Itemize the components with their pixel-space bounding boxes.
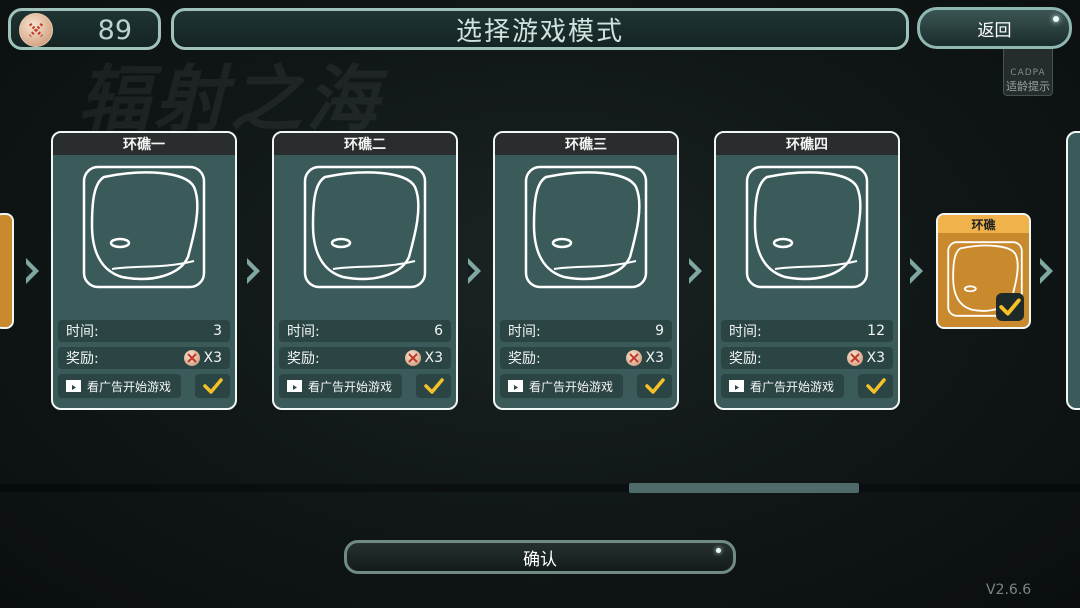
watch-ad-button[interactable]: 看广告开始游戏: [721, 374, 844, 398]
time-value: 12: [867, 323, 885, 339]
watch-ad-label: 看广告开始游戏: [308, 379, 393, 394]
chevron-right-icon: [1040, 258, 1053, 284]
time-row: 时间: 9: [500, 320, 672, 342]
chevron-right-icon: [689, 258, 702, 284]
video-clapper-icon: [508, 380, 523, 392]
carousel-scroll-track: [0, 484, 1080, 492]
watch-ad-button[interactable]: 看广告开始游戏: [500, 374, 623, 398]
header-title-bar: 选择游戏模式: [171, 8, 909, 50]
card-title: 环礁二: [274, 133, 456, 155]
watch-ad-label: 看广告开始游戏: [529, 379, 614, 394]
reward-value: X3: [866, 350, 886, 366]
watch-ad-label: 看广告开始游戏: [750, 379, 835, 394]
time-label: 时间:: [66, 324, 99, 340]
check-icon: [999, 298, 1021, 316]
check-icon: [644, 378, 665, 394]
chevron-right-icon: [26, 258, 39, 284]
coin-icon: [625, 350, 642, 366]
time-value: 6: [434, 323, 443, 339]
coin-icon: [19, 13, 53, 47]
background-watermark-title: 辐射之海: [78, 56, 383, 141]
selected-check-badge: [996, 293, 1024, 321]
time-label: 时间:: [729, 324, 762, 340]
reward-row: 奖励: X3: [58, 347, 230, 369]
confirm-button[interactable]: 确认: [344, 540, 736, 574]
back-button[interactable]: 返回: [917, 7, 1072, 49]
version-label: V2.6.6: [986, 582, 1032, 598]
time-row: 时间: 3: [58, 320, 230, 342]
mode-card-1[interactable]: 环礁一 时间: 3 奖励: X3 看广告开始游戏: [51, 131, 237, 410]
atoll-map-icon: [303, 165, 427, 289]
page-title: 选择游戏模式: [455, 16, 624, 47]
card-title: 环礁四: [716, 133, 898, 155]
video-clapper-icon: [66, 380, 81, 392]
time-row: 时间: 12: [721, 320, 893, 342]
chevron-right-icon: [247, 258, 260, 284]
coin-count: 89: [97, 15, 132, 46]
atoll-map-icon: [745, 165, 869, 289]
time-value: 3: [213, 323, 222, 339]
coin-icon: [404, 350, 421, 366]
atoll-map-icon: [524, 165, 648, 289]
reward-label: 奖励:: [287, 351, 320, 367]
selected-card-title: 环礁: [938, 215, 1029, 233]
chevron-right-icon: [468, 258, 481, 284]
reward-label: 奖励:: [729, 351, 762, 367]
reward-row: 奖励: X3: [279, 347, 451, 369]
check-icon: [202, 378, 223, 394]
reward-value: X3: [203, 350, 223, 366]
watch-ad-button[interactable]: 看广告开始游戏: [279, 374, 402, 398]
reward-value: X3: [424, 350, 444, 366]
partial-card-right[interactable]: [1066, 131, 1080, 410]
chevron-right-icon: [910, 258, 923, 284]
mode-card-4[interactable]: 环礁四 时间: 12 奖励: X3 看广告开始游戏: [714, 131, 900, 410]
coin-counter: 89: [8, 8, 161, 50]
video-clapper-icon: [729, 380, 744, 392]
reward-row: 奖励: X3: [721, 347, 893, 369]
watch-ad-label: 看广告开始游戏: [87, 379, 172, 394]
select-check-button[interactable]: [416, 374, 451, 398]
video-clapper-icon: [287, 380, 302, 392]
selected-mode-card[interactable]: 环礁: [936, 213, 1031, 329]
age-rating-org: CADPA: [1010, 68, 1046, 78]
age-rating-label: 适龄提示: [1006, 80, 1050, 93]
carousel-scroll-thumb[interactable]: [629, 483, 859, 493]
reward-label: 奖励:: [66, 351, 99, 367]
select-check-button[interactable]: [195, 374, 230, 398]
coin-icon: [846, 350, 863, 366]
coin-icon: [183, 350, 200, 366]
time-row: 时间: 6: [279, 320, 451, 342]
select-check-button[interactable]: [637, 374, 672, 398]
card-title: 环礁三: [495, 133, 677, 155]
time-value: 9: [655, 323, 664, 339]
reward-label: 奖励:: [508, 351, 541, 367]
mode-card-2[interactable]: 环礁二 时间: 6 奖励: X3 看广告开始游戏: [272, 131, 458, 410]
partial-card-left[interactable]: [0, 213, 14, 329]
time-label: 时间:: [287, 324, 320, 340]
watch-ad-button[interactable]: 看广告开始游戏: [58, 374, 181, 398]
card-title: 环礁一: [53, 133, 235, 155]
check-icon: [423, 378, 444, 394]
mode-card-3[interactable]: 环礁三 时间: 9 奖励: X3 看广告开始游戏: [493, 131, 679, 410]
atoll-map-icon: [82, 165, 206, 289]
reward-row: 奖励: X3: [500, 347, 672, 369]
check-icon: [865, 378, 886, 394]
reward-value: X3: [645, 350, 665, 366]
select-check-button[interactable]: [858, 374, 893, 398]
time-label: 时间:: [508, 324, 541, 340]
